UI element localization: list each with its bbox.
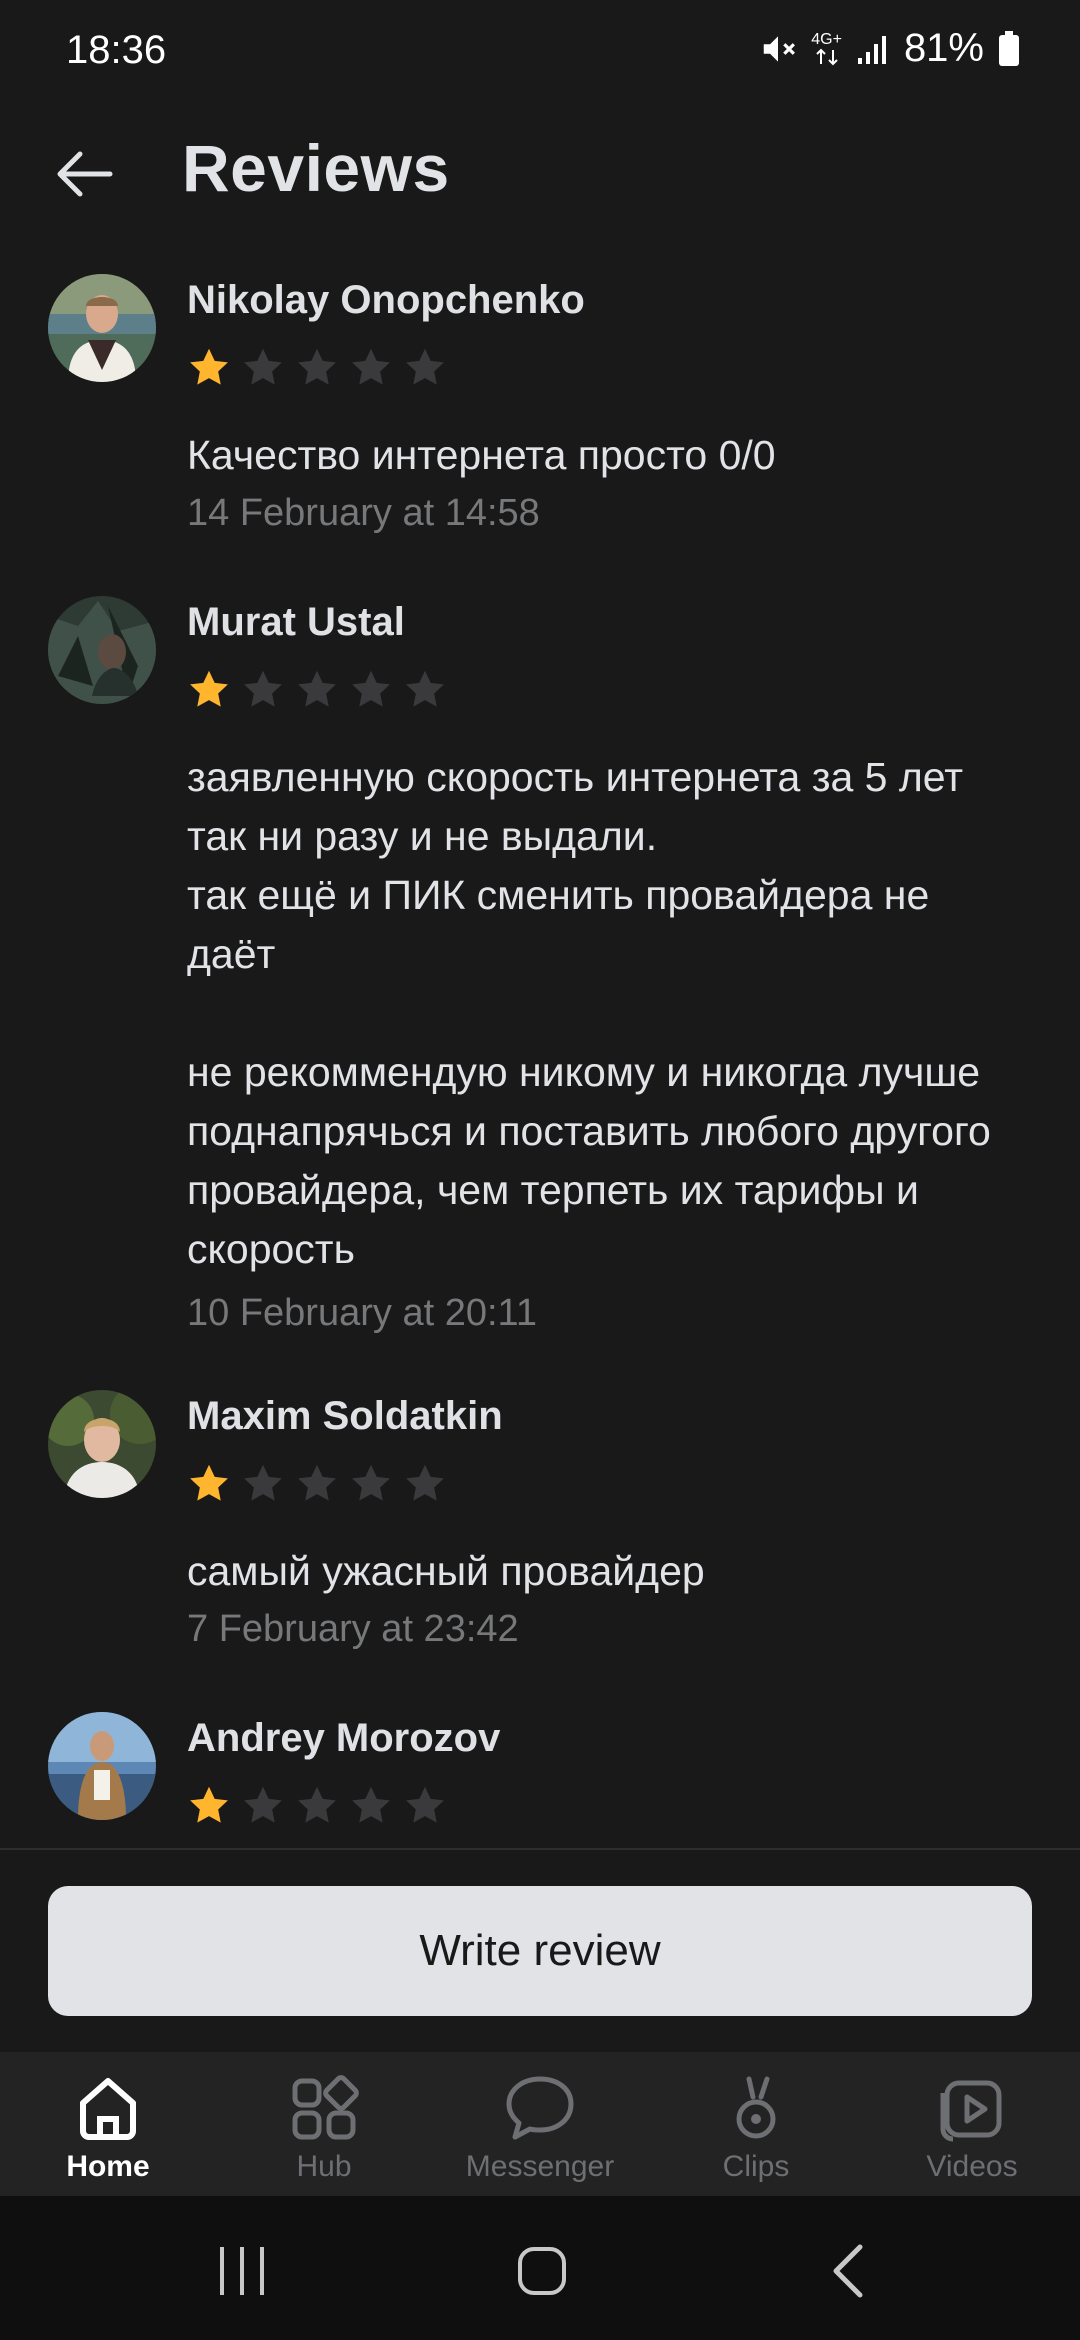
star-empty-icon xyxy=(298,348,336,385)
home-icon xyxy=(73,2070,143,2146)
back-button[interactable] xyxy=(44,134,124,214)
rating-stars xyxy=(187,668,447,712)
reviewer-name[interactable]: Maxim Soldatkin xyxy=(187,1394,503,1439)
star-empty-icon xyxy=(406,348,444,385)
network-4g-icon: 4G+ xyxy=(811,30,842,66)
review-item: Maxim Soldatkin самый ужасный провайдер … xyxy=(0,1382,1080,1682)
review-date: 14 February at 14:58 xyxy=(187,492,540,534)
tab-label: Videos xyxy=(926,2150,1018,2183)
signal-icon xyxy=(856,32,890,66)
status-time: 18:36 xyxy=(66,28,167,72)
mute-icon xyxy=(759,30,797,68)
reviewer-name[interactable]: Andrey Morozov xyxy=(187,1716,500,1761)
chevron-left-icon xyxy=(833,2244,863,2298)
messenger-icon xyxy=(503,2070,577,2146)
tab-home[interactable]: Home xyxy=(0,2052,216,2196)
rating-stars xyxy=(187,1462,447,1506)
star-empty-icon xyxy=(352,348,390,385)
reviews-list[interactable]: Nikolay Onopchenko Качество интернета пр… xyxy=(0,258,1080,1848)
star-empty-icon xyxy=(406,1464,444,1501)
star-filled-icon xyxy=(190,670,228,707)
recent-apps-button[interactable] xyxy=(202,2236,282,2306)
star-empty-icon xyxy=(244,1464,282,1501)
star-empty-icon xyxy=(298,1464,336,1501)
tab-hub[interactable]: Hub xyxy=(216,2052,432,2196)
star-empty-icon xyxy=(406,670,444,707)
avatar[interactable] xyxy=(48,596,156,704)
tab-videos[interactable]: Videos xyxy=(864,2052,1080,2196)
tab-clips[interactable]: Clips xyxy=(648,2052,864,2196)
clips-icon xyxy=(721,2070,791,2146)
review-item: Nikolay Onopchenko Качество интернета пр… xyxy=(0,266,1080,566)
review-text: заявленную скорость интернета за 5 лет т… xyxy=(187,754,991,1272)
star-filled-icon xyxy=(190,1464,228,1501)
reviewer-name[interactable]: Murat Ustal xyxy=(187,600,405,645)
review-item: Andrey Morozov xyxy=(0,1704,1080,1844)
status-bar: 18:36 4G+ 81% xyxy=(0,0,1080,108)
tab-label: Home xyxy=(66,2150,150,2183)
avatar[interactable] xyxy=(48,1390,156,1498)
reviewer-name[interactable]: Nikolay Onopchenko xyxy=(187,278,585,323)
bottom-tab-bar: Home Hub Messenger Clips Videos xyxy=(0,2052,1080,2196)
status-icons: 4G+ 81% xyxy=(759,26,1020,71)
star-empty-icon xyxy=(406,1786,444,1823)
review-date: 10 February at 20:11 xyxy=(187,1292,537,1334)
star-empty-icon xyxy=(352,670,390,707)
star-empty-icon xyxy=(352,1786,390,1823)
tab-label: Clips xyxy=(722,2150,790,2183)
star-empty-icon xyxy=(352,1464,390,1501)
review-date: 7 February at 23:42 xyxy=(187,1608,519,1650)
review-text: Качество интернета просто 0/0 xyxy=(187,432,776,478)
review-item: Murat Ustal заявленную скорость интернет… xyxy=(0,588,1080,1368)
tab-label: Messenger xyxy=(465,2150,615,2183)
videos-icon xyxy=(937,2070,1007,2146)
recent-apps-icon xyxy=(220,2247,264,2295)
star-empty-icon xyxy=(244,1786,282,1823)
star-empty-icon xyxy=(244,670,282,707)
avatar[interactable] xyxy=(48,274,156,382)
hub-icon xyxy=(289,2070,359,2146)
review-text: самый ужасный провайдер xyxy=(187,1548,705,1594)
write-review-button[interactable]: Write review xyxy=(48,1886,1032,2016)
home-nav-button[interactable] xyxy=(502,2236,582,2306)
back-nav-button[interactable] xyxy=(808,2236,888,2306)
app-header: Reviews xyxy=(0,108,1080,258)
avatar[interactable] xyxy=(48,1712,156,1820)
battery-percent: 81% xyxy=(903,26,984,70)
tab-label: Hub xyxy=(296,2150,352,2183)
page-title: Reviews xyxy=(182,131,450,205)
network-label: 4G+ xyxy=(811,30,842,48)
tab-messenger[interactable]: Messenger xyxy=(432,2052,648,2196)
home-nav-icon xyxy=(518,2247,566,2295)
star-empty-icon xyxy=(244,348,282,385)
star-filled-icon xyxy=(190,1786,228,1823)
star-empty-icon xyxy=(298,1786,336,1823)
system-nav-bar xyxy=(0,2196,1080,2340)
rating-stars xyxy=(187,346,447,390)
divider xyxy=(0,1848,1080,1850)
battery-icon xyxy=(998,30,1020,67)
rating-stars xyxy=(187,1784,447,1828)
star-filled-icon xyxy=(190,348,228,385)
star-empty-icon xyxy=(298,670,336,707)
arrow-left-icon xyxy=(57,151,113,197)
